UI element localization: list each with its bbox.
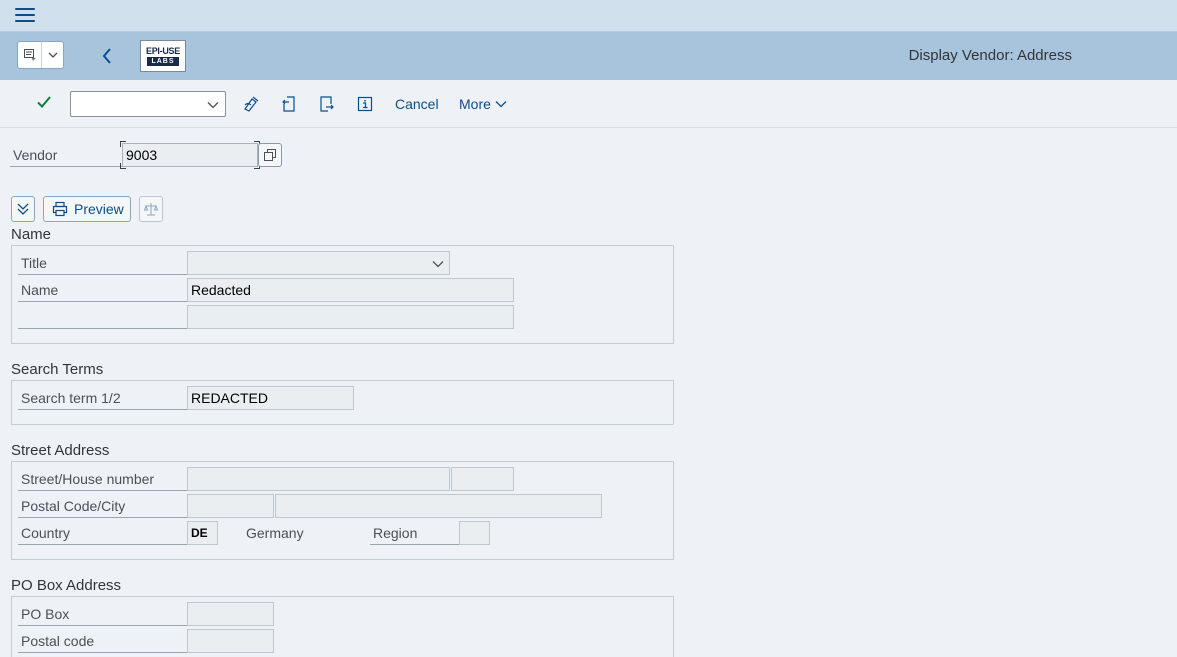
scales-icon — [144, 203, 158, 216]
street-label: Street/House number — [18, 467, 187, 491]
page-title: Display Vendor: Address — [908, 47, 1072, 64]
search-term-label: Search term 1/2 — [18, 386, 187, 410]
pobox-field[interactable] — [187, 602, 274, 626]
vendor-field[interactable]: 9003 — [122, 143, 258, 167]
chevron-down-icon — [42, 42, 63, 68]
double-chevron-down-icon — [17, 203, 29, 215]
vendor-label: Vendor — [10, 143, 122, 167]
focus-corner — [120, 141, 126, 147]
pobox-postal-field[interactable] — [187, 629, 274, 653]
preview-label: Preview — [74, 201, 124, 217]
previous-entry-icon[interactable] — [279, 94, 299, 114]
city-field[interactable] — [275, 494, 602, 518]
hamburger-icon[interactable] — [15, 8, 35, 24]
info-icon[interactable] — [355, 94, 375, 114]
name-field[interactable]: Redacted — [187, 278, 514, 302]
printer-icon — [52, 201, 68, 217]
chevron-down-icon — [495, 101, 507, 108]
checkmark-icon[interactable] — [36, 94, 54, 112]
shell-bar — [0, 0, 1177, 32]
application-toolbar: Cancel More — [0, 80, 1177, 128]
country-label: Country — [18, 521, 187, 545]
logo-subtext: LABS — [147, 57, 179, 66]
more-label: More — [459, 96, 491, 112]
expand-all-button[interactable] — [11, 196, 35, 222]
company-logo: EPI-USE LABS — [140, 40, 186, 72]
chevron-down-icon — [432, 261, 444, 268]
title-label: Title — [18, 251, 187, 275]
postal-city-label: Postal Code/City — [18, 494, 187, 518]
copy-window-button[interactable] — [258, 143, 282, 167]
street-group-title: Street Address — [11, 442, 110, 459]
cancel-button[interactable]: Cancel — [395, 96, 439, 112]
preview-button[interactable]: Preview — [43, 196, 131, 222]
more-button[interactable]: More — [459, 96, 507, 112]
copy-window-icon — [264, 149, 276, 161]
chevron-down-icon[interactable] — [206, 98, 220, 112]
title-bar: EPI-USE LABS Display Vendor: Address — [0, 32, 1177, 80]
pobox-label: PO Box — [18, 602, 187, 626]
house-number-field[interactable] — [451, 467, 514, 491]
other-vendor-icon[interactable] — [241, 94, 261, 114]
logo-text: EPI-USE — [146, 46, 180, 56]
region-label: Region — [370, 521, 459, 545]
title-dropdown[interactable] — [187, 251, 450, 275]
postal-code-field[interactable] — [187, 494, 274, 518]
region-field[interactable] — [459, 521, 490, 545]
name-group-title: Name — [11, 226, 52, 243]
focus-corner — [120, 163, 126, 169]
street-field[interactable] — [187, 467, 450, 491]
name-label: Name — [18, 278, 187, 302]
compare-button[interactable] — [139, 196, 163, 222]
pobox-group-title: PO Box Address — [11, 577, 122, 594]
next-entry-icon[interactable] — [316, 94, 336, 114]
search-term-field[interactable]: REDACTED — [187, 386, 354, 410]
back-icon[interactable] — [97, 45, 117, 67]
country-name: Germany — [246, 525, 304, 541]
pobox-postal-label: Postal code — [18, 629, 187, 653]
name2-label — [18, 305, 187, 329]
command-field[interactable] — [70, 91, 226, 117]
menu-icon — [18, 42, 42, 68]
name2-field[interactable] — [187, 305, 514, 329]
country-field[interactable]: DE — [187, 521, 218, 545]
menu-button[interactable] — [17, 41, 64, 69]
search-group-title: Search Terms — [11, 361, 104, 378]
